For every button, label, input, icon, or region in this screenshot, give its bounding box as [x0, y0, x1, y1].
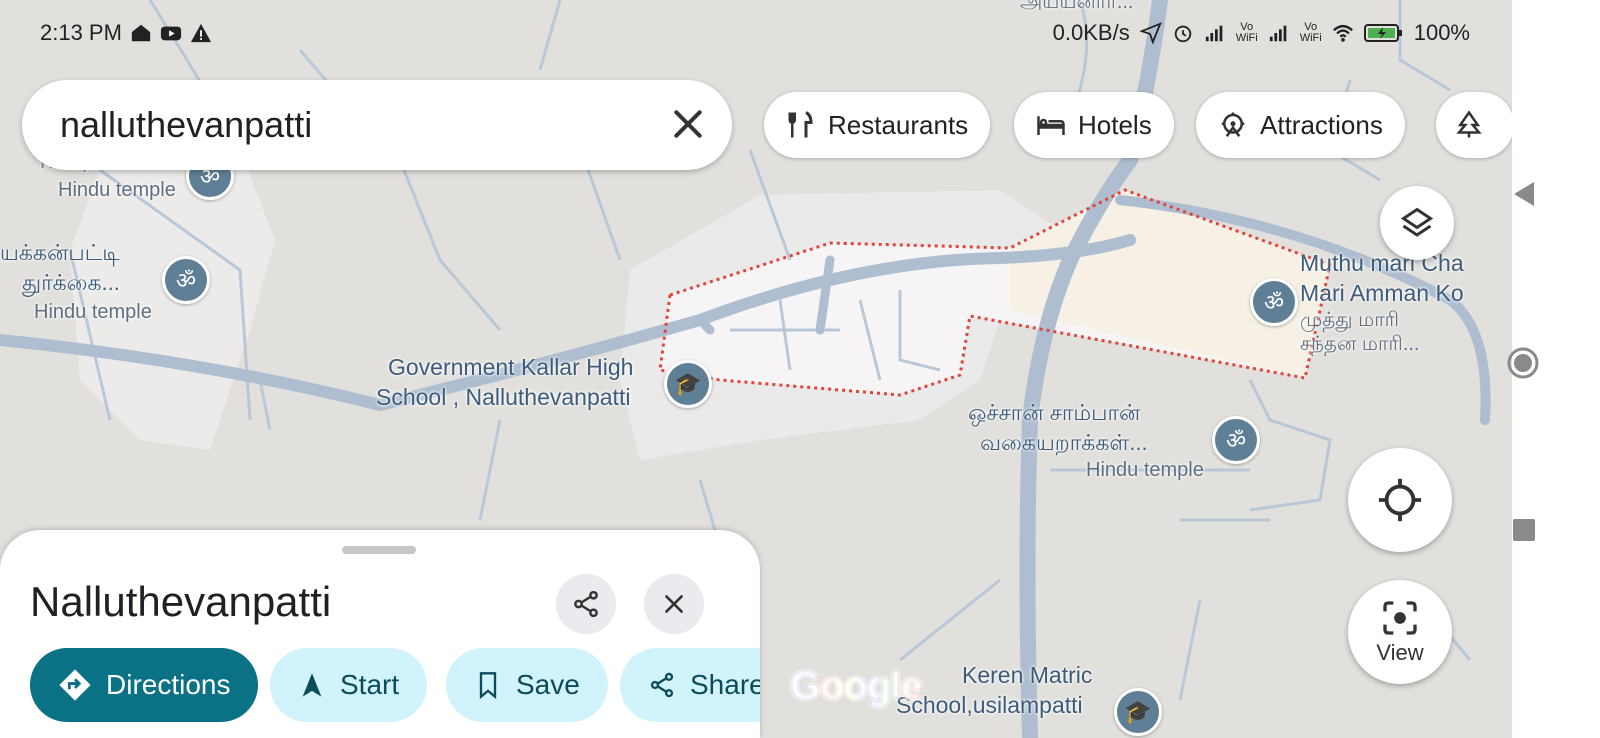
system-nav-bar	[1507, 0, 1600, 738]
map-label-ochan-1: ஒச்சான் சாம்பான்	[968, 400, 1141, 425]
status-bar: 2:13 PM 0.0KB/s Vo WiFi Vo WiFi 100%	[40, 20, 1470, 48]
close-icon	[665, 595, 683, 613]
start-label: Start	[340, 669, 400, 700]
navigation-arrow-icon	[302, 673, 322, 697]
bed-icon	[1037, 116, 1065, 135]
share-label: Share	[690, 669, 760, 700]
layers-button[interactable]	[1380, 186, 1454, 260]
youtube-icon	[160, 26, 182, 41]
signal-icon	[1205, 25, 1223, 42]
view-button[interactable]: View	[1348, 580, 1452, 684]
directions-button[interactable]: Directions	[30, 648, 259, 722]
start-button[interactable]: Start	[270, 648, 428, 722]
fork-knife-icon	[788, 111, 813, 138]
layers-icon	[1400, 207, 1434, 237]
place-title: Nalluthevanpatti	[30, 578, 332, 625]
om-icon[interactable]: ॐ	[1212, 416, 1260, 464]
map-label-top: அயயனார்...	[1020, 0, 1134, 13]
map-label-durga-2: துர்க்கை...	[22, 270, 120, 295]
recents-icon[interactable]	[1512, 518, 1536, 542]
bookmark-icon	[479, 672, 497, 699]
map-label-keren-2: School,usilampatti	[896, 692, 1083, 718]
map-label-muthu-2: Mari Amman Ko	[1300, 280, 1464, 306]
map-label-muthu-3: முத்து மாரி	[1300, 309, 1400, 331]
crosshair-icon	[1378, 478, 1422, 522]
drag-handle[interactable]	[342, 546, 416, 554]
chip-hotels[interactable]: Hotels	[1014, 92, 1174, 158]
save-label: Save	[516, 669, 580, 700]
map-label-ochan-type: Hindu temple	[1086, 459, 1204, 481]
place-sheet[interactable]: Nalluthevanpatti Directions Start Save S…	[0, 530, 760, 738]
map-label-durga-type: Hindu temple	[34, 301, 152, 323]
search-bar[interactable]: nalluthevanpatti	[22, 80, 732, 170]
view-label: View	[1376, 640, 1424, 665]
om-icon[interactable]: ॐ	[162, 256, 210, 304]
map-label-durga-1: யக்கன்பட்டி	[0, 240, 120, 265]
share-icon	[574, 590, 598, 618]
directions-icon	[59, 669, 91, 701]
home-button-icon[interactable]	[1506, 346, 1540, 380]
search-input[interactable]: nalluthevanpatti	[60, 104, 312, 146]
signal-icon	[1269, 25, 1287, 42]
share-button[interactable]	[556, 574, 616, 634]
chip-restaurants[interactable]: Restaurants	[764, 92, 991, 158]
close-icon[interactable]	[668, 104, 708, 144]
share-action-button[interactable]: Share	[620, 648, 760, 722]
chip-label: Hotels	[1078, 109, 1152, 140]
map-label-keren-1: Keren Matric	[962, 662, 1093, 688]
my-location-button[interactable]	[1348, 448, 1452, 552]
map-label-school-2: School , Nalluthevanpatti	[376, 384, 631, 410]
back-icon[interactable]	[1512, 180, 1536, 208]
tree-icon	[1456, 110, 1482, 138]
om-icon[interactable]: ॐ	[1250, 278, 1298, 326]
lens-icon	[1383, 601, 1417, 635]
share-icon	[650, 672, 674, 698]
chip-more[interactable]	[1436, 92, 1514, 158]
map-label-school-1: Government Kallar High	[388, 354, 634, 380]
chip-label: Restaurants	[828, 109, 969, 140]
chip-attractions[interactable]: Attractions	[1196, 92, 1405, 158]
google-logo: Google	[790, 664, 923, 708]
vowifi-icon: Vo WiFi	[1235, 21, 1258, 44]
directions-label: Directions	[106, 669, 231, 700]
wifi-icon	[1332, 24, 1353, 42]
location-arrow-icon	[1139, 22, 1162, 44]
save-button[interactable]: Save	[446, 648, 608, 722]
map-label-muthu-4: சந்தன மாரி...	[1300, 333, 1420, 355]
battery-level: 100%	[1413, 20, 1470, 45]
home-icon	[131, 24, 151, 42]
map-label-ochan-2: வகையறாக்கள்...	[980, 430, 1148, 455]
alarm-icon	[1174, 25, 1191, 43]
school-icon[interactable]: 🎓	[664, 360, 712, 408]
warning-icon	[190, 23, 212, 43]
status-time: 2:13 PM	[40, 20, 122, 45]
network-speed: 0.0KB/s	[1052, 20, 1130, 45]
chip-label: Attractions	[1260, 109, 1383, 140]
vowifi-icon: Vo WiFi	[1299, 21, 1322, 44]
school-icon[interactable]: 🎓	[1114, 688, 1162, 736]
map-label-temple-left-type: Hindu temple	[58, 179, 176, 201]
attraction-icon	[1221, 112, 1245, 137]
close-sheet-button[interactable]	[644, 574, 704, 634]
battery-icon	[1363, 24, 1402, 42]
